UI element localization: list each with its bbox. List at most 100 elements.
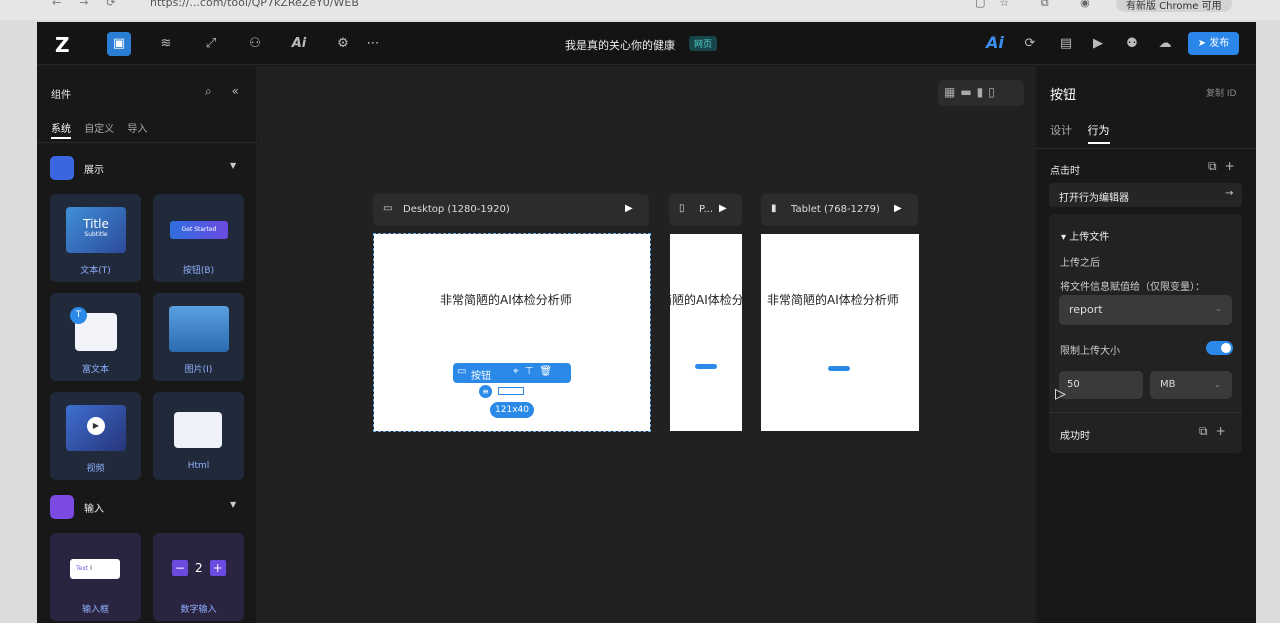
- database-icon[interactable]: ≋: [154, 32, 178, 56]
- variable-select[interactable]: report ⌄: [1059, 295, 1232, 325]
- tab-custom[interactable]: 自定义: [84, 120, 114, 137]
- play-icon[interactable]: ▶: [894, 203, 902, 214]
- thumb-title: Title: [83, 217, 109, 231]
- properties-panel: 按钮 复制 ID 设计 行为 点击时 ⧉+ 打开行为编辑器 → ▾ 上传文件 上…: [1035, 66, 1256, 623]
- component-video[interactable]: ▶ 视频: [50, 392, 141, 480]
- view-mode-icons[interactable]: ▦▬▮▯: [938, 80, 1024, 106]
- tab-behavior[interactable]: 行为: [1087, 122, 1110, 144]
- components-panel: 组件 ⌕ « 系统 自定义 导入 展示 ▼ Title Subtitle 文本(…: [37, 66, 257, 623]
- size-input[interactable]: 50: [1059, 371, 1143, 399]
- frame-phone[interactable]: 非常简陋的AI体检分析师: [670, 234, 742, 431]
- top-bar: Z ▣ ≋ ⤢ ⚇ Ai ⚙ ⋯ 我是真的关心你的健康 网页 Ai ⟳ ▤ ▶ …: [37, 22, 1256, 65]
- limit-size-label: 限制上传大小: [1060, 346, 1120, 357]
- on-success-label: 成功时: [1060, 431, 1090, 442]
- plugin-icon[interactable]: ⤢: [199, 32, 223, 56]
- panel-icons[interactable]: ⌕ «: [205, 84, 247, 99]
- on-click-actions[interactable]: ⧉+: [1208, 159, 1243, 174]
- caret-down-icon: ▼: [230, 161, 237, 170]
- component-label: 富文本: [81, 365, 109, 375]
- divider: [1036, 148, 1256, 149]
- selection-label: 按钮: [471, 371, 491, 382]
- component-label: 按钮(B): [182, 266, 215, 276]
- variable-value: report: [1069, 303, 1103, 316]
- divider: [37, 142, 257, 143]
- publish-button[interactable]: ➤ 发布: [1188, 32, 1239, 55]
- settings-icon[interactable]: ⚙: [331, 32, 355, 56]
- play-icon[interactable]: ▶: [719, 203, 727, 214]
- thumb-button: Get Started: [170, 221, 228, 239]
- arrow-right-icon: →: [1225, 188, 1234, 199]
- clipboard-icon[interactable]: ▤: [1054, 32, 1078, 56]
- component-label: 数字输入: [180, 605, 217, 615]
- frame-header-desktop[interactable]: ▭ Desktop (1280-1920) ▶: [373, 194, 649, 226]
- selection-toolbar[interactable]: ▭ 按钮 ⌖⊤🗑: [453, 363, 571, 383]
- on-success-actions[interactable]: ⧉+: [1199, 424, 1234, 439]
- chrome-update-button[interactable]: 有新版 Chrome 可用: [1116, 0, 1232, 12]
- frame-label: Desktop (1280-1920): [403, 204, 510, 215]
- frame-header-tablet[interactable]: ▮ Tablet (768-1279) ▶: [761, 194, 918, 226]
- workflow-icon[interactable]: ⚇: [243, 32, 267, 56]
- html-thumbnail: [174, 412, 222, 448]
- frame-label: P...: [699, 204, 714, 215]
- toolbar-actions[interactable]: ⌖⊤🗑: [513, 366, 558, 377]
- mouse-cursor-icon: ▷: [1055, 386, 1066, 402]
- component-image[interactable]: 图片(I): [153, 293, 244, 381]
- ai-assistant-icon[interactable]: Ai: [986, 33, 1004, 52]
- frame-heading[interactable]: 非常简陋的AI体检分析师: [440, 291, 572, 308]
- frame-heading[interactable]: 非常简陋的AI体检分析师: [767, 291, 899, 308]
- button-element[interactable]: [695, 364, 717, 369]
- after-upload-label: 上传之后: [1060, 258, 1100, 269]
- section-display[interactable]: 展示 ▼: [50, 156, 246, 180]
- pages-tool-icon[interactable]: ▣: [107, 32, 131, 56]
- limit-size-toggle[interactable]: [1206, 341, 1233, 355]
- browser-action-icons[interactable]: ▢☆ ⧉ ◉: [975, 0, 1104, 10]
- chevron-down-icon: ⌄: [1215, 304, 1222, 313]
- copy-id-button[interactable]: 复制 ID: [1206, 86, 1236, 99]
- ai-tool-icon[interactable]: Ai: [287, 32, 311, 56]
- component-number-input[interactable]: − 2 + 数字输入: [153, 533, 244, 621]
- frame-tablet[interactable]: 非常简陋的AI体检分析师: [761, 234, 919, 431]
- component-label: 视频: [86, 464, 105, 474]
- open-behavior-editor-button[interactable]: 打开行为编辑器 →: [1049, 183, 1242, 207]
- editor-label: 打开行为编辑器: [1059, 193, 1129, 204]
- size-indicator: 121x40: [490, 402, 534, 418]
- frame-heading[interactable]: 非常简陋的AI体检分析师: [670, 291, 742, 308]
- frame-label: Tablet (768-1279): [791, 204, 880, 215]
- address-bar[interactable]: https://...com/tool/QP7kZReZeY0/WEB: [150, 0, 359, 9]
- video-thumbnail: ▶: [66, 405, 126, 451]
- button-type-icon: ▭: [457, 366, 467, 377]
- tab-design[interactable]: 设计: [1050, 122, 1072, 142]
- preview-play-icon[interactable]: ▶: [1086, 32, 1110, 56]
- component-label: Html: [187, 461, 210, 471]
- component-input-box[interactable]: Text I 输入框: [50, 533, 141, 621]
- component-button[interactable]: Get Started 按钮(B): [153, 194, 244, 282]
- more-icon[interactable]: ⋯: [361, 32, 385, 56]
- divider: [1049, 412, 1242, 413]
- page-type-badge[interactable]: 网页: [689, 36, 718, 51]
- component-text[interactable]: Title Subtitle 文本(T): [50, 194, 141, 282]
- component-html[interactable]: Html: [153, 392, 244, 480]
- play-icon[interactable]: ▶: [625, 203, 633, 214]
- thumb-number: 2: [195, 561, 203, 575]
- collaborators-icon[interactable]: ⚉: [1120, 32, 1144, 56]
- plus-icon: +: [209, 560, 226, 576]
- section-label: 展示: [84, 165, 104, 176]
- upload-section-header[interactable]: ▾ 上传文件: [1061, 228, 1109, 243]
- cloud-icon[interactable]: ☁: [1153, 32, 1177, 56]
- thumb-subtitle: Subtitle: [84, 231, 108, 238]
- drag-handle-icon[interactable]: ≡: [479, 385, 492, 398]
- tab-system[interactable]: 系统: [51, 120, 71, 139]
- refresh-icon[interactable]: ⟳: [1018, 32, 1042, 56]
- frame-header-phone[interactable]: ▯ P... ▶: [669, 194, 742, 226]
- app-logo[interactable]: Z: [55, 33, 70, 57]
- browser-nav-icons[interactable]: ←→⟳: [52, 0, 134, 9]
- size-unit-select[interactable]: MB ⌄: [1150, 371, 1232, 399]
- rich-text-t-icon: T: [70, 307, 87, 324]
- section-input[interactable]: 输入 ▼: [50, 495, 246, 519]
- component-rich-text[interactable]: T 富文本: [50, 293, 141, 381]
- input-section-icon: [50, 495, 74, 519]
- design-canvas[interactable]: ▦▬▮▯ ▭ Desktop (1280-1920) ▶ ▯ P... ▶ ▮ …: [258, 66, 1034, 623]
- selected-button[interactable]: [498, 387, 524, 395]
- button-element[interactable]: [828, 366, 850, 371]
- tab-import[interactable]: 导入: [127, 120, 147, 137]
